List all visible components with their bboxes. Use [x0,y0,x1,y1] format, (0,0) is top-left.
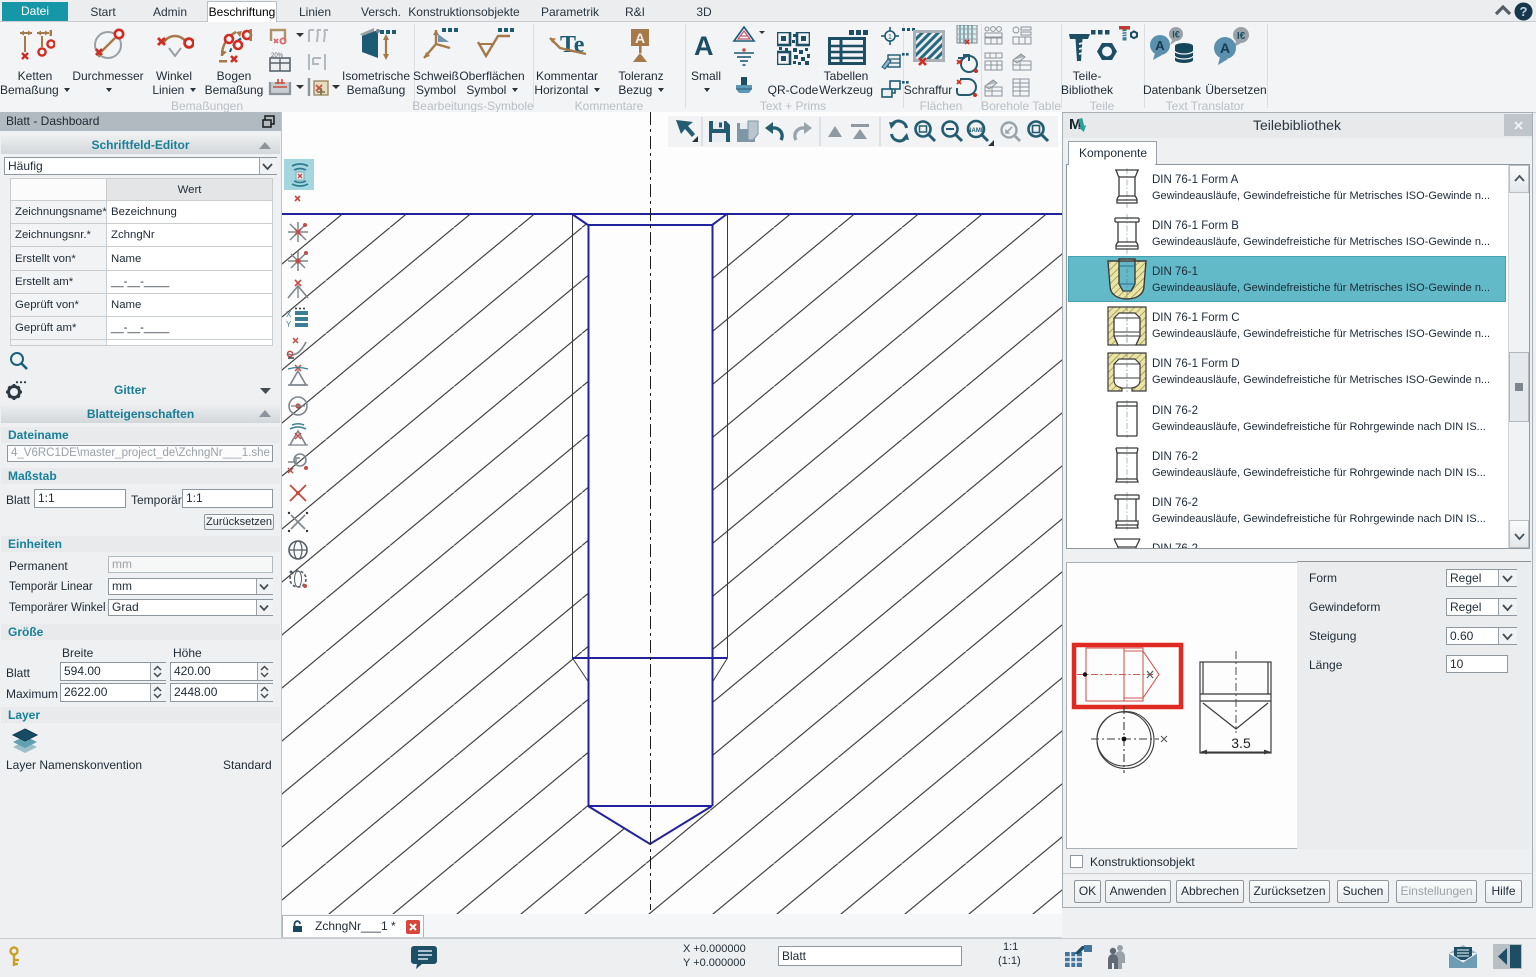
svg-text:A: A [1220,40,1230,56]
svg-text:Y: Y [286,320,292,329]
svg-text:I€: I€ [1172,30,1180,40]
svg-text:3.5: 3.5 [1231,735,1251,751]
svg-text:NAME: NAME [967,128,985,134]
svg-text:A: A [635,30,645,46]
svg-text:I€: I€ [1237,31,1246,42]
svg-text:?: ? [1520,4,1528,19]
svg-text:1: 1 [888,34,892,41]
svg-text:A: A [1155,38,1165,53]
svg-text:Te: Te [560,32,585,58]
svg-text:20%: 20% [271,53,284,59]
svg-text:X: X [286,310,292,319]
